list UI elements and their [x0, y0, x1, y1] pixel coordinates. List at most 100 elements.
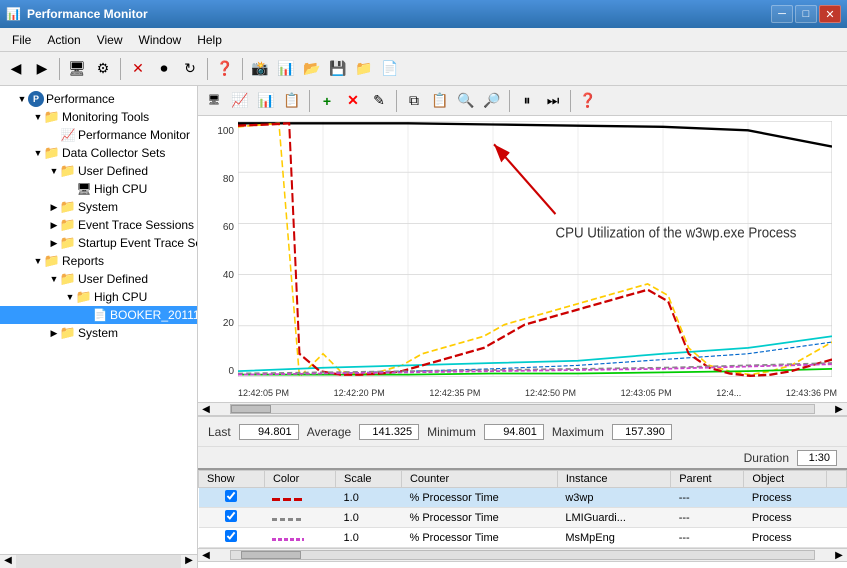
table-row[interactable]: 1.0 % Processor Time LMIGuardi... --- Pr… — [199, 508, 847, 528]
show-checkbox-3[interactable] — [199, 528, 265, 548]
back-button[interactable]: ◀ — [4, 57, 28, 81]
show-checkbox-1[interactable] — [199, 488, 265, 508]
save-button[interactable]: 💾 — [326, 57, 350, 81]
tree-root-item[interactable]: ▼ P Performance — [0, 90, 197, 108]
user-defined-2-label: User Defined — [76, 272, 148, 286]
chart-area: 100 80 60 40 20 0 — [198, 116, 847, 402]
tree-monitoring-tools[interactable]: ▼ 📁 Monitoring Tools — [0, 108, 197, 126]
window-title: Performance Monitor — [27, 7, 148, 21]
tree-system-2[interactable]: ▶ 📁 System — [0, 324, 197, 342]
highlight-button[interactable]: 🔍 — [454, 89, 478, 113]
chart-scrollbar[interactable]: ◀ ▶ — [198, 402, 847, 416]
menu-view[interactable]: View — [89, 31, 131, 49]
snapshot-button[interactable]: 📸 — [248, 57, 272, 81]
menu-action[interactable]: Action — [39, 31, 88, 49]
checkbox-3[interactable] — [225, 530, 237, 542]
table-row[interactable]: 1.0 % Processor Time MsMpEng --- Process — [199, 528, 847, 548]
chart-button[interactable]: 📊 — [274, 57, 298, 81]
freeze-button[interactable]: ⏸ — [515, 89, 539, 113]
table-row[interactable]: 1.0 % Processor Time w3wp --- Process — [199, 488, 847, 508]
performance-icon: P — [28, 91, 44, 107]
tree-data-collector-sets[interactable]: ▼ 📁 Data Collector Sets — [0, 144, 197, 162]
maximize-button[interactable]: □ — [795, 5, 817, 23]
open-button[interactable]: 📂 — [300, 57, 324, 81]
expand-arrow: ▼ — [32, 112, 44, 122]
properties-button[interactable]: ⚙ — [91, 57, 115, 81]
add-counter-button[interactable]: + — [315, 89, 339, 113]
last-value: 94.801 — [239, 424, 299, 440]
scroll-left-btn[interactable]: ◀ — [198, 404, 214, 415]
menu-help[interactable]: Help — [189, 31, 230, 49]
tree-user-defined-1[interactable]: ▼ 📁 User Defined — [0, 162, 197, 180]
cpu-icon: 🖥 — [76, 181, 92, 197]
zoom-button[interactable]: 🔎 — [480, 89, 504, 113]
scroll-left[interactable]: ◀ — [0, 555, 16, 568]
y-label-0: 0 — [198, 366, 234, 377]
scroll-right-btn[interactable]: ▶ — [831, 404, 847, 415]
tree-booker[interactable]: 📄 BOOKER_20111... — [0, 306, 197, 324]
folder-icon: 📁 — [60, 199, 76, 215]
record-button[interactable]: ⏺ — [152, 57, 176, 81]
reports-label: Reports — [60, 254, 104, 268]
col-color: Color — [264, 471, 335, 488]
x-label-1: 12:42:05 PM — [238, 388, 289, 398]
tree-high-cpu-2[interactable]: ▼ 📁 High CPU — [0, 288, 197, 306]
menu-window[interactable]: Window — [131, 31, 190, 49]
report-button[interactable]: 📋 — [280, 89, 304, 113]
maximum-value: 157.390 — [612, 424, 672, 440]
delete-button[interactable]: ✕ — [126, 57, 150, 81]
folder-icon: 📁 — [44, 109, 60, 125]
scroll-track[interactable] — [16, 555, 181, 568]
scroll-track[interactable] — [230, 404, 815, 414]
refresh-button[interactable]: ↻ — [178, 57, 202, 81]
histogram-button[interactable]: 📊 — [254, 89, 278, 113]
left-scrollbar[interactable]: ◀ ▶ — [0, 554, 197, 568]
menu-file[interactable]: File — [4, 31, 39, 49]
tree-performance-monitor[interactable]: 📈 Performance Monitor — [0, 126, 197, 144]
edit-counter-button[interactable]: ✎ — [367, 89, 391, 113]
tree-startup-event-trace[interactable]: ▶ 📁 Startup Event Trace Ses... — [0, 234, 197, 252]
y-label-40: 40 — [198, 270, 234, 281]
copy-object-button[interactable]: ⧉ — [402, 89, 426, 113]
show-checkbox-2[interactable] — [199, 508, 265, 528]
toolbar-sep-2 — [120, 58, 121, 80]
show-tree-button[interactable]: 🖥 — [65, 57, 89, 81]
script-button[interactable]: 📄 — [378, 57, 402, 81]
scroll-thumb[interactable] — [231, 405, 271, 413]
forward-button[interactable]: ▶ — [30, 57, 54, 81]
help-graph-button[interactable]: ❓ — [576, 89, 600, 113]
delete-counter-button[interactable]: ✕ — [341, 89, 365, 113]
paste-object-button[interactable]: 📋 — [428, 89, 452, 113]
close-button[interactable]: ✕ — [819, 5, 841, 23]
tree-event-trace[interactable]: ▶ 📁 Event Trace Sessions — [0, 216, 197, 234]
step-button[interactable]: ⏭ — [541, 89, 565, 113]
folder-button[interactable]: 📁 — [352, 57, 376, 81]
table-scrollbar[interactable]: ◀ ▶ — [198, 548, 847, 562]
table-scroll-track[interactable] — [230, 550, 815, 560]
tree-system-1[interactable]: ▶ 📁 System — [0, 198, 197, 216]
scale-cell-3: 1.0 — [336, 528, 402, 548]
x-label-4: 12:42:50 PM — [525, 388, 576, 398]
help-button[interactable]: ❓ — [213, 57, 237, 81]
expand-arrow: ▼ — [48, 166, 60, 176]
view-toggle[interactable]: 🖥 — [202, 89, 226, 113]
app-icon: 📊 — [6, 7, 21, 21]
x-label-6: 12:4... — [716, 388, 741, 398]
tree-high-cpu-1[interactable]: 🖥 High CPU — [0, 180, 197, 198]
table-scroll-right[interactable]: ▶ — [831, 550, 847, 561]
color-cell-2 — [264, 508, 335, 528]
duration-value: 1:30 — [797, 450, 837, 466]
instance-cell-3: MsMpEng — [557, 528, 670, 548]
table-scroll-thumb[interactable] — [241, 551, 301, 559]
line-chart-button[interactable]: 📈 — [228, 89, 252, 113]
minimize-button[interactable]: ─ — [771, 5, 793, 23]
checkbox-2[interactable] — [225, 510, 237, 522]
checkbox-1[interactable] — [225, 490, 237, 502]
menu-bar: File Action View Window Help — [0, 28, 847, 52]
table-scroll-left[interactable]: ◀ — [198, 550, 214, 561]
expand-arrow: ▼ — [32, 256, 44, 266]
y-label-100: 100 — [198, 126, 234, 137]
scroll-right[interactable]: ▶ — [181, 555, 197, 568]
tree-user-defined-2[interactable]: ▼ 📁 User Defined — [0, 270, 197, 288]
tree-reports[interactable]: ▼ 📁 Reports — [0, 252, 197, 270]
